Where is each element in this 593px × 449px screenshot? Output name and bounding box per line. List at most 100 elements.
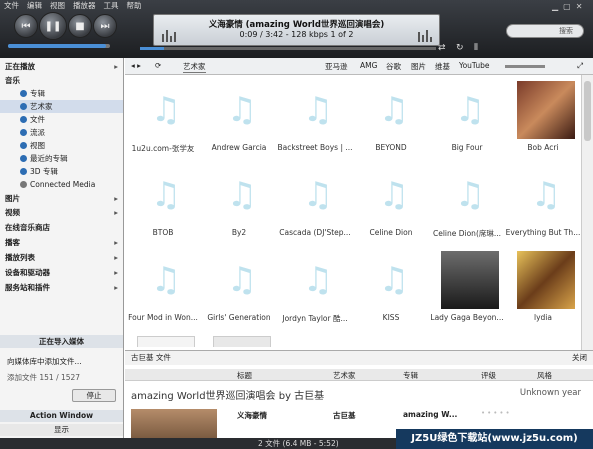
back-icon[interactable]: ◂ ▸ — [131, 61, 141, 70]
artist-tile[interactable]: Bob Acri — [505, 75, 581, 160]
track-row-album[interactable]: amazing W... — [403, 410, 457, 419]
sidebar-item-albums[interactable]: 专辑 — [0, 87, 123, 100]
sidebar-podcasts[interactable]: 播客 ▸ — [0, 236, 123, 249]
sidebar-item-files[interactable]: 文件 — [0, 113, 123, 126]
zoom-slider[interactable] — [505, 65, 545, 68]
sidebar-item-views[interactable]: 视图 — [0, 139, 123, 152]
seek-bar[interactable] — [140, 47, 436, 50]
col-album[interactable]: 专辑 — [403, 370, 418, 381]
pause-button[interactable]: ❚❚ — [39, 12, 67, 40]
sidebar-label: 在线音乐商店 — [5, 223, 50, 232]
artist-tile[interactable]: ♫ Backstreet Boys | ... — [277, 75, 353, 160]
link-amazon[interactable]: 亚马逊 — [325, 61, 348, 72]
equalizer-icon[interactable]: ⦀ — [474, 43, 478, 53]
menu-edit[interactable]: 编辑 — [27, 0, 42, 12]
menu-tools[interactable]: 工具 — [104, 0, 119, 12]
artist-tile[interactable]: ♫ Celine Dion — [353, 160, 429, 245]
sidebar-pictures[interactable]: 图片 ▸ — [0, 192, 123, 205]
artist-tile[interactable]: ♫ By2 — [201, 160, 277, 245]
next-icon: ⏭ — [100, 20, 110, 32]
col-genre[interactable]: 风格 — [537, 370, 552, 381]
detail-path[interactable]: 古巨基 文件 — [131, 351, 171, 365]
sidebar-devices[interactable]: 设备和驱动器 ▸ — [0, 266, 123, 279]
importing-header[interactable]: 正在导入媒体 — [0, 335, 123, 348]
artist-tile[interactable]: ♫ Four Mod in Won... — [125, 245, 201, 330]
action-window-header[interactable]: Action Window — [0, 410, 123, 422]
previous-button[interactable]: ⏮ — [14, 14, 38, 38]
sidebar-music[interactable]: 音乐 — [0, 74, 123, 87]
track-row-artist[interactable]: 古巨基 — [333, 410, 356, 421]
sidebar-label: 艺术家 — [30, 102, 53, 111]
artist-name: Backstreet Boys | ... — [277, 143, 353, 152]
artist-tile[interactable] — [201, 330, 277, 347]
sidebar-playlists[interactable]: 播放列表 ▸ — [0, 251, 123, 264]
volume-slider[interactable] — [8, 44, 110, 48]
fullscreen-icon[interactable]: ⤢ — [577, 61, 583, 71]
artist-tile[interactable]: ♫ KISS — [353, 245, 429, 330]
window-controls[interactable]: ▁▢✕ — [552, 2, 587, 11]
link-youtube[interactable]: YouTube — [459, 61, 490, 70]
search-input[interactable]: 搜索 — [506, 24, 584, 38]
show-button[interactable]: 显示 — [0, 424, 123, 436]
artist-name: By2 — [231, 228, 247, 237]
link-wiki[interactable]: 维基 — [435, 61, 450, 72]
view-selector[interactable]: 艺术家 — [183, 61, 206, 73]
album-cover — [213, 336, 271, 347]
repeat-icon[interactable]: ↻ — [456, 43, 464, 53]
artist-tile[interactable]: lydia — [505, 245, 581, 330]
col-artist[interactable]: 艺术家 — [333, 370, 356, 381]
refresh-icon[interactable]: ⟳ — [155, 61, 161, 70]
shuffle-icon[interactable]: ⇄ — [438, 43, 446, 53]
chevron-right-icon: ▸ — [114, 208, 118, 217]
previous-icon: ⏮ — [21, 20, 31, 32]
artist-name: Big Four — [451, 143, 483, 152]
sidebar-services[interactable]: 服务站和插件 ▸ — [0, 281, 123, 294]
sidebar-video[interactable]: 视频 ▸ — [0, 206, 123, 219]
artist-tile[interactable] — [125, 330, 201, 347]
stop-import-button[interactable]: 停止 — [72, 389, 116, 402]
track-row-title[interactable]: 义海豪情 — [237, 410, 267, 421]
sidebar-now-playing[interactable]: 正在播放 ▸ — [0, 60, 123, 73]
rating-stars[interactable]: ••••• — [481, 409, 512, 417]
link-amg[interactable]: AMG — [360, 61, 377, 70]
artist-tile[interactable]: ♫ 1u2u.com-张学友 — [125, 75, 201, 160]
music-icon — [20, 129, 27, 136]
sidebar-music-store[interactable]: 在线音乐商店 — [0, 221, 123, 234]
stop-button[interactable]: ■ — [68, 14, 92, 38]
link-pictures[interactable]: 图片 — [411, 61, 426, 72]
grid-scrollbar[interactable] — [581, 75, 593, 350]
sidebar-label: 流派 — [30, 128, 45, 137]
next-button[interactable]: ⏭ — [93, 14, 117, 38]
music-note-icon: ♫ — [226, 90, 258, 130]
artist-tile[interactable]: ♫ BTOB — [125, 160, 201, 245]
artist-tile[interactable]: ♫ BEYOND — [353, 75, 429, 160]
artist-name: KISS — [382, 313, 400, 322]
col-title[interactable]: 标题 — [237, 370, 252, 381]
menu-file[interactable]: 文件 — [4, 0, 19, 12]
artist-tile[interactable]: ♫ Everything But Th... — [505, 160, 581, 245]
menu-view[interactable]: 视图 — [50, 0, 65, 12]
artist-tile[interactable]: ♫ Andrew Garcia — [201, 75, 277, 160]
link-google[interactable]: 谷歌 — [386, 61, 401, 72]
sidebar-item-recent-albums[interactable]: 最近的专辑 — [0, 152, 123, 165]
artist-tile[interactable]: ♫ Big Four — [429, 75, 505, 160]
music-note-icon: ♫ — [226, 175, 258, 215]
artist-tile[interactable]: ♫ Jordyn Taylor 酷... — [277, 245, 353, 330]
menu-player[interactable]: 播放器 — [73, 0, 96, 12]
sidebar-item-connected-media[interactable]: Connected Media — [0, 178, 123, 191]
artist-name: Lady Gaga Beyon... — [430, 313, 504, 322]
sidebar-label: 文件 — [30, 115, 45, 124]
artist-tile[interactable]: ♫ Cascada (DJ'Step... — [277, 160, 353, 245]
sidebar-item-genres[interactable]: 流派 — [0, 126, 123, 139]
sidebar-item-artists[interactable]: 艺术家 — [0, 100, 123, 113]
music-note-icon: ♫ — [226, 260, 258, 300]
artist-tile[interactable]: ♫ Girls' Generation — [201, 245, 277, 330]
col-rating[interactable]: 评级 — [481, 370, 496, 381]
menu-help[interactable]: 帮助 — [127, 0, 142, 12]
artist-tile[interactable]: ♫ Celine Dion(席琳... — [429, 160, 505, 245]
sidebar-item-3d-albums[interactable]: 3D 专辑 — [0, 165, 123, 178]
sidebar-label: 视图 — [30, 141, 45, 150]
close-button[interactable]: 关闭 — [572, 351, 587, 365]
artist-tile[interactable]: Lady Gaga Beyon... — [429, 245, 505, 330]
artist-name: BTOB — [152, 228, 174, 237]
